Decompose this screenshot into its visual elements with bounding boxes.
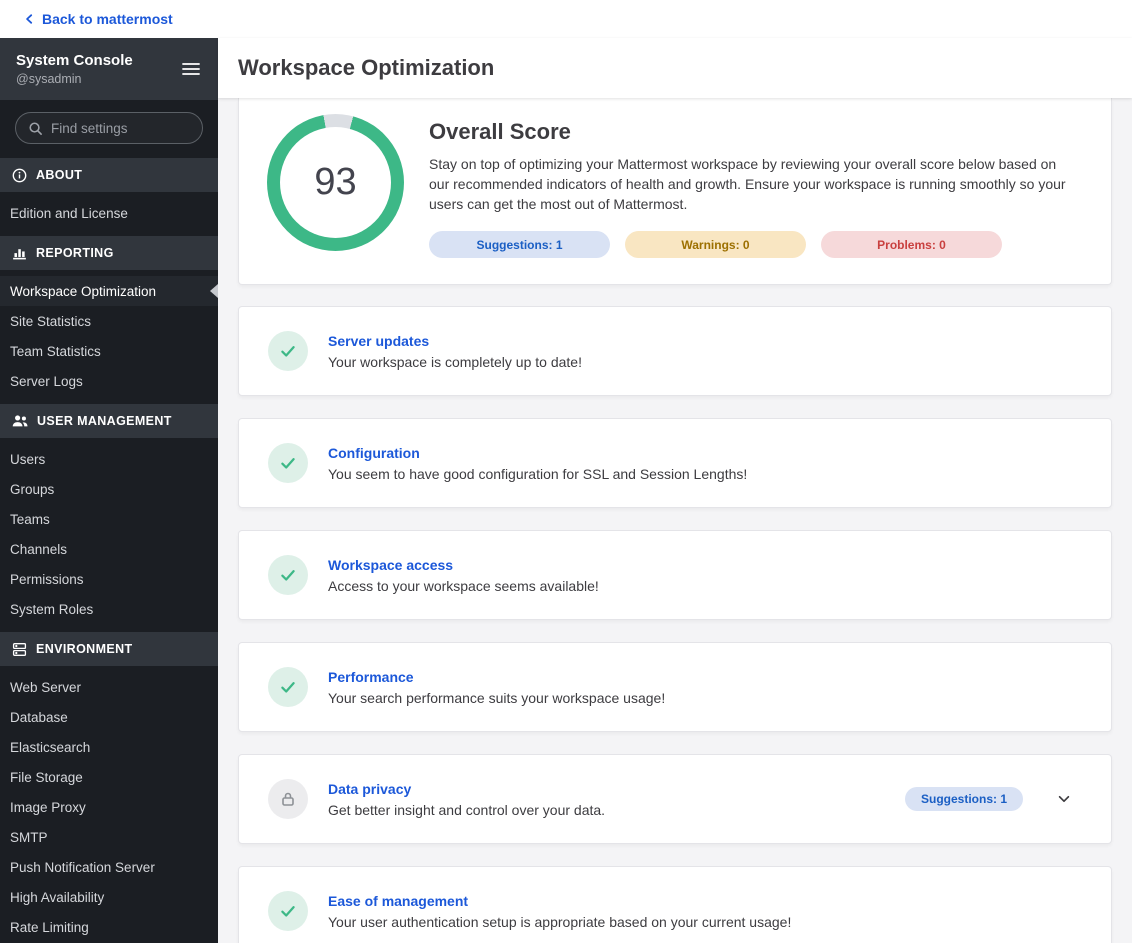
check-icon (268, 443, 308, 483)
search-box[interactable] (15, 112, 203, 144)
card-description: You seem to have good configuration for … (328, 465, 748, 482)
sidebar-item-permissions[interactable]: Permissions (0, 564, 218, 594)
sidebar-section-label: ENVIRONMENT (36, 642, 133, 656)
chip-suggestions: Suggestions: 1 (429, 231, 610, 258)
card-text: Ease of management Your user authenticati… (328, 893, 791, 930)
check-icon (268, 667, 308, 707)
sidebar-item-teams[interactable]: Teams (0, 504, 218, 534)
card-title[interactable]: Performance (328, 669, 665, 685)
check-icon (268, 555, 308, 595)
content: 93 Overall Score Stay on top of optimizi… (218, 98, 1132, 943)
card-description: Get better insight and control over your… (328, 801, 606, 818)
back-link[interactable]: Back to mattermost (24, 11, 173, 27)
card-title[interactable]: Server updates (328, 333, 582, 349)
card-server-updates: Server updates Your workspace is complete… (238, 306, 1112, 396)
sidebar-item-rate-limiting[interactable]: Rate Limiting (0, 912, 218, 942)
sidebar-item-image-proxy[interactable]: Image Proxy (0, 792, 218, 822)
card-data-privacy[interactable]: Data privacy Get better insight and contr… (238, 754, 1112, 844)
score-inner: 93 (280, 127, 391, 238)
card-title[interactable]: Ease of management (328, 893, 791, 909)
card-title[interactable]: Data privacy (328, 781, 605, 797)
back-link-label: Back to mattermost (42, 11, 173, 27)
sidebar-subtitle: @sysadmin (16, 72, 82, 86)
sidebar-item-file-storage[interactable]: File Storage (0, 762, 218, 792)
sidebar-header: System Console @sysadmin (0, 38, 218, 100)
card-text: Server updates Your workspace is complete… (328, 333, 582, 370)
card-text: Performance Your search performance suits… (328, 669, 665, 706)
overview-text: Overall Score Stay on top of optimizing … (429, 114, 1073, 258)
card-text: Data privacy Get better insight and contr… (328, 781, 605, 818)
sidebar-section-reporting: REPORTING (0, 236, 218, 270)
chip-problems: Problems: 0 (821, 231, 1002, 258)
main: Workspace Optimization 93 Overall Score … (218, 38, 1132, 943)
card-description: Your workspace is completely up to date! (328, 353, 582, 370)
chip-warnings: Warnings: 0 (625, 231, 806, 258)
sidebar-title: System Console (16, 52, 133, 69)
app: Back to mattermost System Console @sysad… (0, 0, 1132, 943)
sidebar-nav: ABOUT Edition and License REPORTING Workspa… (0, 158, 218, 943)
score-value: 93 (314, 161, 357, 203)
sidebar: System Console @sysadmin ABOUT Edition an… (0, 38, 218, 943)
card-configuration: Configuration You seem to have good confi… (238, 418, 1112, 508)
sidebar-item-system-roles[interactable]: System Roles (0, 594, 218, 624)
chip-row: Suggestions: 1 Warnings: 0 Problems: 0 (429, 231, 1073, 258)
sidebar-section-label: ABOUT (36, 168, 83, 182)
page-header: Workspace Optimization (218, 38, 1132, 98)
sidebar-item-high-availability[interactable]: High Availability (0, 882, 218, 912)
search-icon (28, 121, 43, 136)
cards-list: Server updates Your workspace is complete… (238, 306, 1112, 943)
sidebar-item-workspace-optimization[interactable]: Workspace Optimization (0, 276, 218, 306)
sidebar-item-push-notification-server[interactable]: Push Notification Server (0, 852, 218, 882)
card-text: Configuration You seem to have good confi… (328, 445, 747, 482)
overall-score-description: Stay on top of optimizing your Mattermos… (429, 156, 1066, 212)
overall-score-title: Overall Score (429, 119, 571, 144)
sidebar-section-label: USER MANAGEMENT (37, 414, 172, 428)
sidebar-item-edition-and-license[interactable]: Edition and License (0, 198, 218, 228)
sidebar-item-database[interactable]: Database (0, 702, 218, 732)
sidebar-item-site-statistics[interactable]: Site Statistics (0, 306, 218, 336)
score-ring: 93 (267, 114, 404, 251)
sidebar-item-users[interactable]: Users (0, 444, 218, 474)
card-suggestions-chip: Suggestions: 1 (904, 787, 1023, 811)
card-ease-of-management: Ease of management Your user authenticati… (238, 866, 1112, 943)
sidebar-section-environment: ENVIRONMENT (0, 632, 218, 666)
sidebar-section-about: ABOUT (0, 158, 218, 192)
card-text: Workspace access Access to your workspace… (328, 557, 599, 594)
body-row: System Console @sysadmin ABOUT Edition an… (0, 38, 1132, 943)
card-title[interactable]: Configuration (328, 445, 747, 461)
check-icon (268, 891, 308, 931)
card-right: Suggestions: 1 (904, 787, 1071, 811)
sidebar-titles: System Console @sysadmin (16, 52, 133, 86)
sidebar-item-channels[interactable]: Channels (0, 534, 218, 564)
server-icon (12, 642, 27, 657)
card-workspace-access: Workspace access Access to your workspace… (238, 530, 1112, 620)
topbar: Back to mattermost (0, 0, 1132, 38)
check-icon (268, 331, 308, 371)
search-input[interactable] (51, 120, 190, 136)
sidebar-section-label: REPORTING (36, 246, 114, 260)
sidebar-item-groups[interactable]: Groups (0, 474, 218, 504)
sidebar-search (0, 100, 218, 158)
sidebar-item-team-statistics[interactable]: Team Statistics (0, 336, 218, 366)
lock-icon (268, 779, 308, 819)
card-performance: Performance Your search performance suits… (238, 642, 1112, 732)
menu-icon[interactable] (178, 58, 204, 80)
overall-score-card: 93 Overall Score Stay on top of optimizi… (238, 98, 1112, 285)
card-title[interactable]: Workspace access (328, 557, 599, 573)
chevron-down-icon[interactable] (1057, 792, 1071, 806)
card-description: Your user authentication setup is approp… (328, 913, 792, 930)
sidebar-section-user-management: USER MANAGEMENT (0, 404, 218, 438)
sidebar-item-elasticsearch[interactable]: Elasticsearch (0, 732, 218, 762)
page-title: Workspace Optimization (238, 55, 495, 80)
chevron-left-icon (24, 13, 35, 25)
sidebar-item-web-server[interactable]: Web Server (0, 672, 218, 702)
info-icon (12, 168, 27, 183)
sidebar-item-server-logs[interactable]: Server Logs (0, 366, 218, 396)
sidebar-item-smtp[interactable]: SMTP (0, 822, 218, 852)
card-description: Your search performance suits your works… (328, 689, 666, 706)
bar-chart-icon (12, 246, 27, 261)
users-icon (12, 414, 28, 428)
card-description: Access to your workspace seems available… (328, 577, 599, 594)
